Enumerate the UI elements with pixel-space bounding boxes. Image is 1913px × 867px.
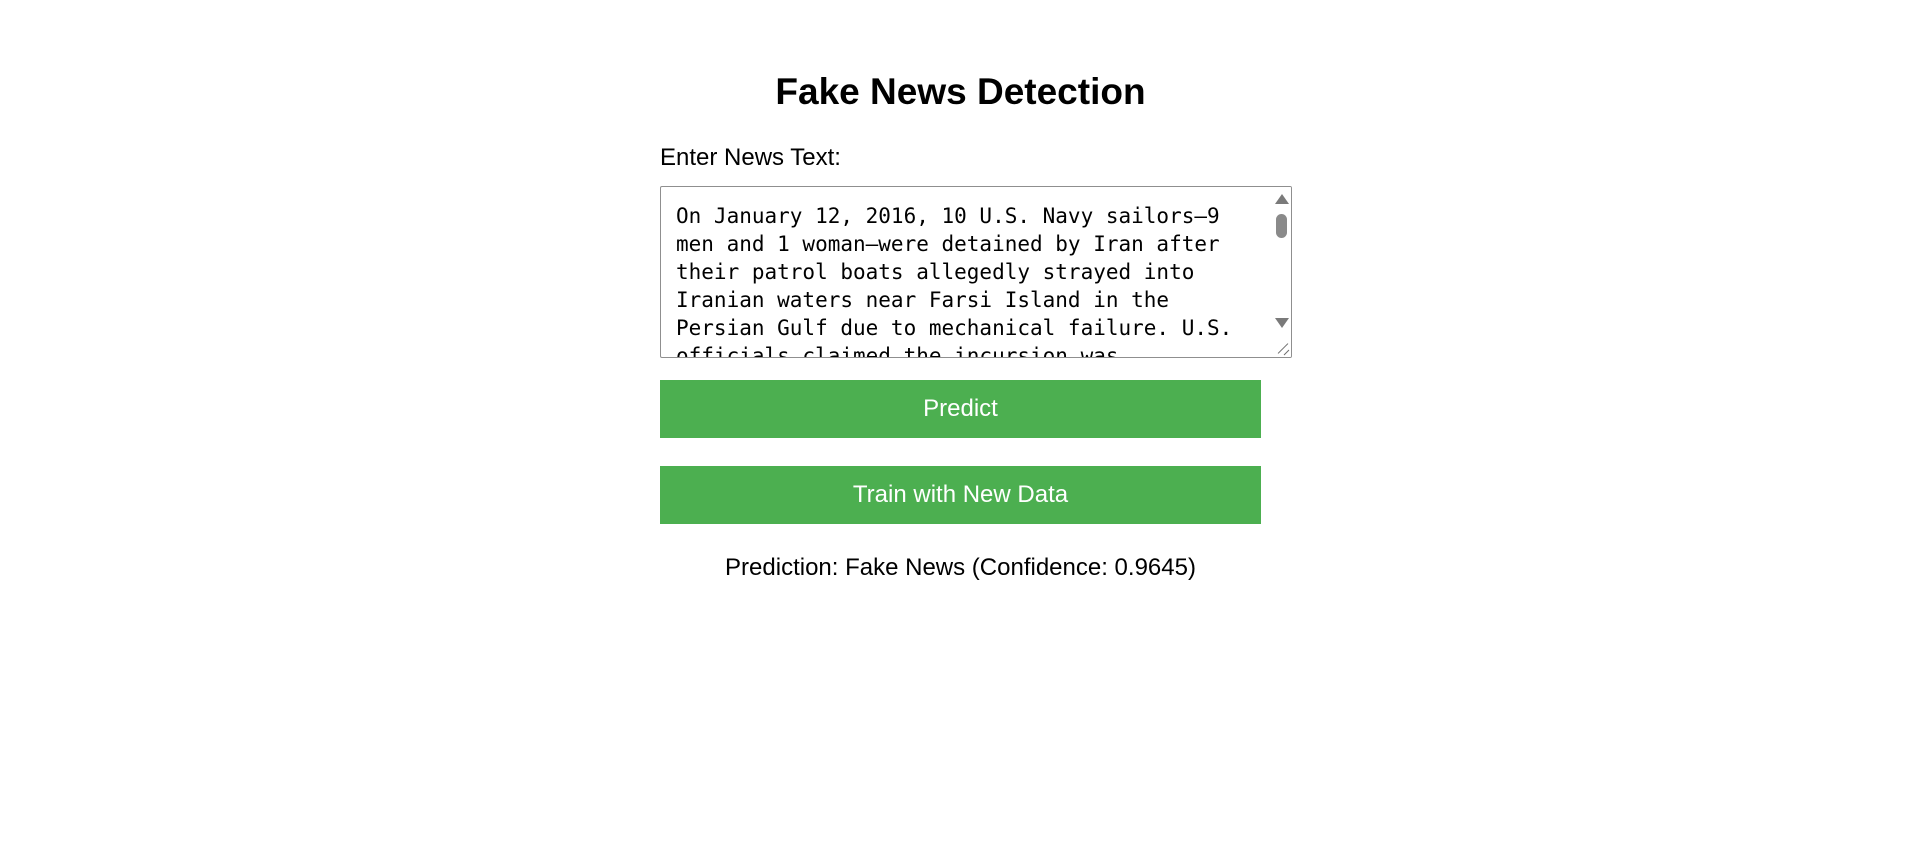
news-text-label: Enter News Text: xyxy=(660,144,841,171)
resize-grip-icon[interactable] xyxy=(1272,338,1290,356)
train-with-new-data-button[interactable]: Train with New Data xyxy=(660,466,1261,524)
scroll-thumb[interactable] xyxy=(1276,214,1287,238)
prediction-result: Prediction: Fake News (Confidence: 0.964… xyxy=(725,554,1196,581)
scroll-up-arrow-icon[interactable] xyxy=(1275,194,1289,204)
scroll-down-arrow-icon[interactable] xyxy=(1275,318,1289,328)
news-text-input[interactable]: On January 12, 2016, 10 U.S. Navy sailor… xyxy=(661,187,1273,357)
news-text-box: On January 12, 2016, 10 U.S. Navy sailor… xyxy=(660,186,1292,358)
textarea-scrollbar[interactable] xyxy=(1271,187,1291,357)
page-title: Fake News Detection xyxy=(775,71,1146,112)
predict-button[interactable]: Predict xyxy=(660,380,1261,438)
